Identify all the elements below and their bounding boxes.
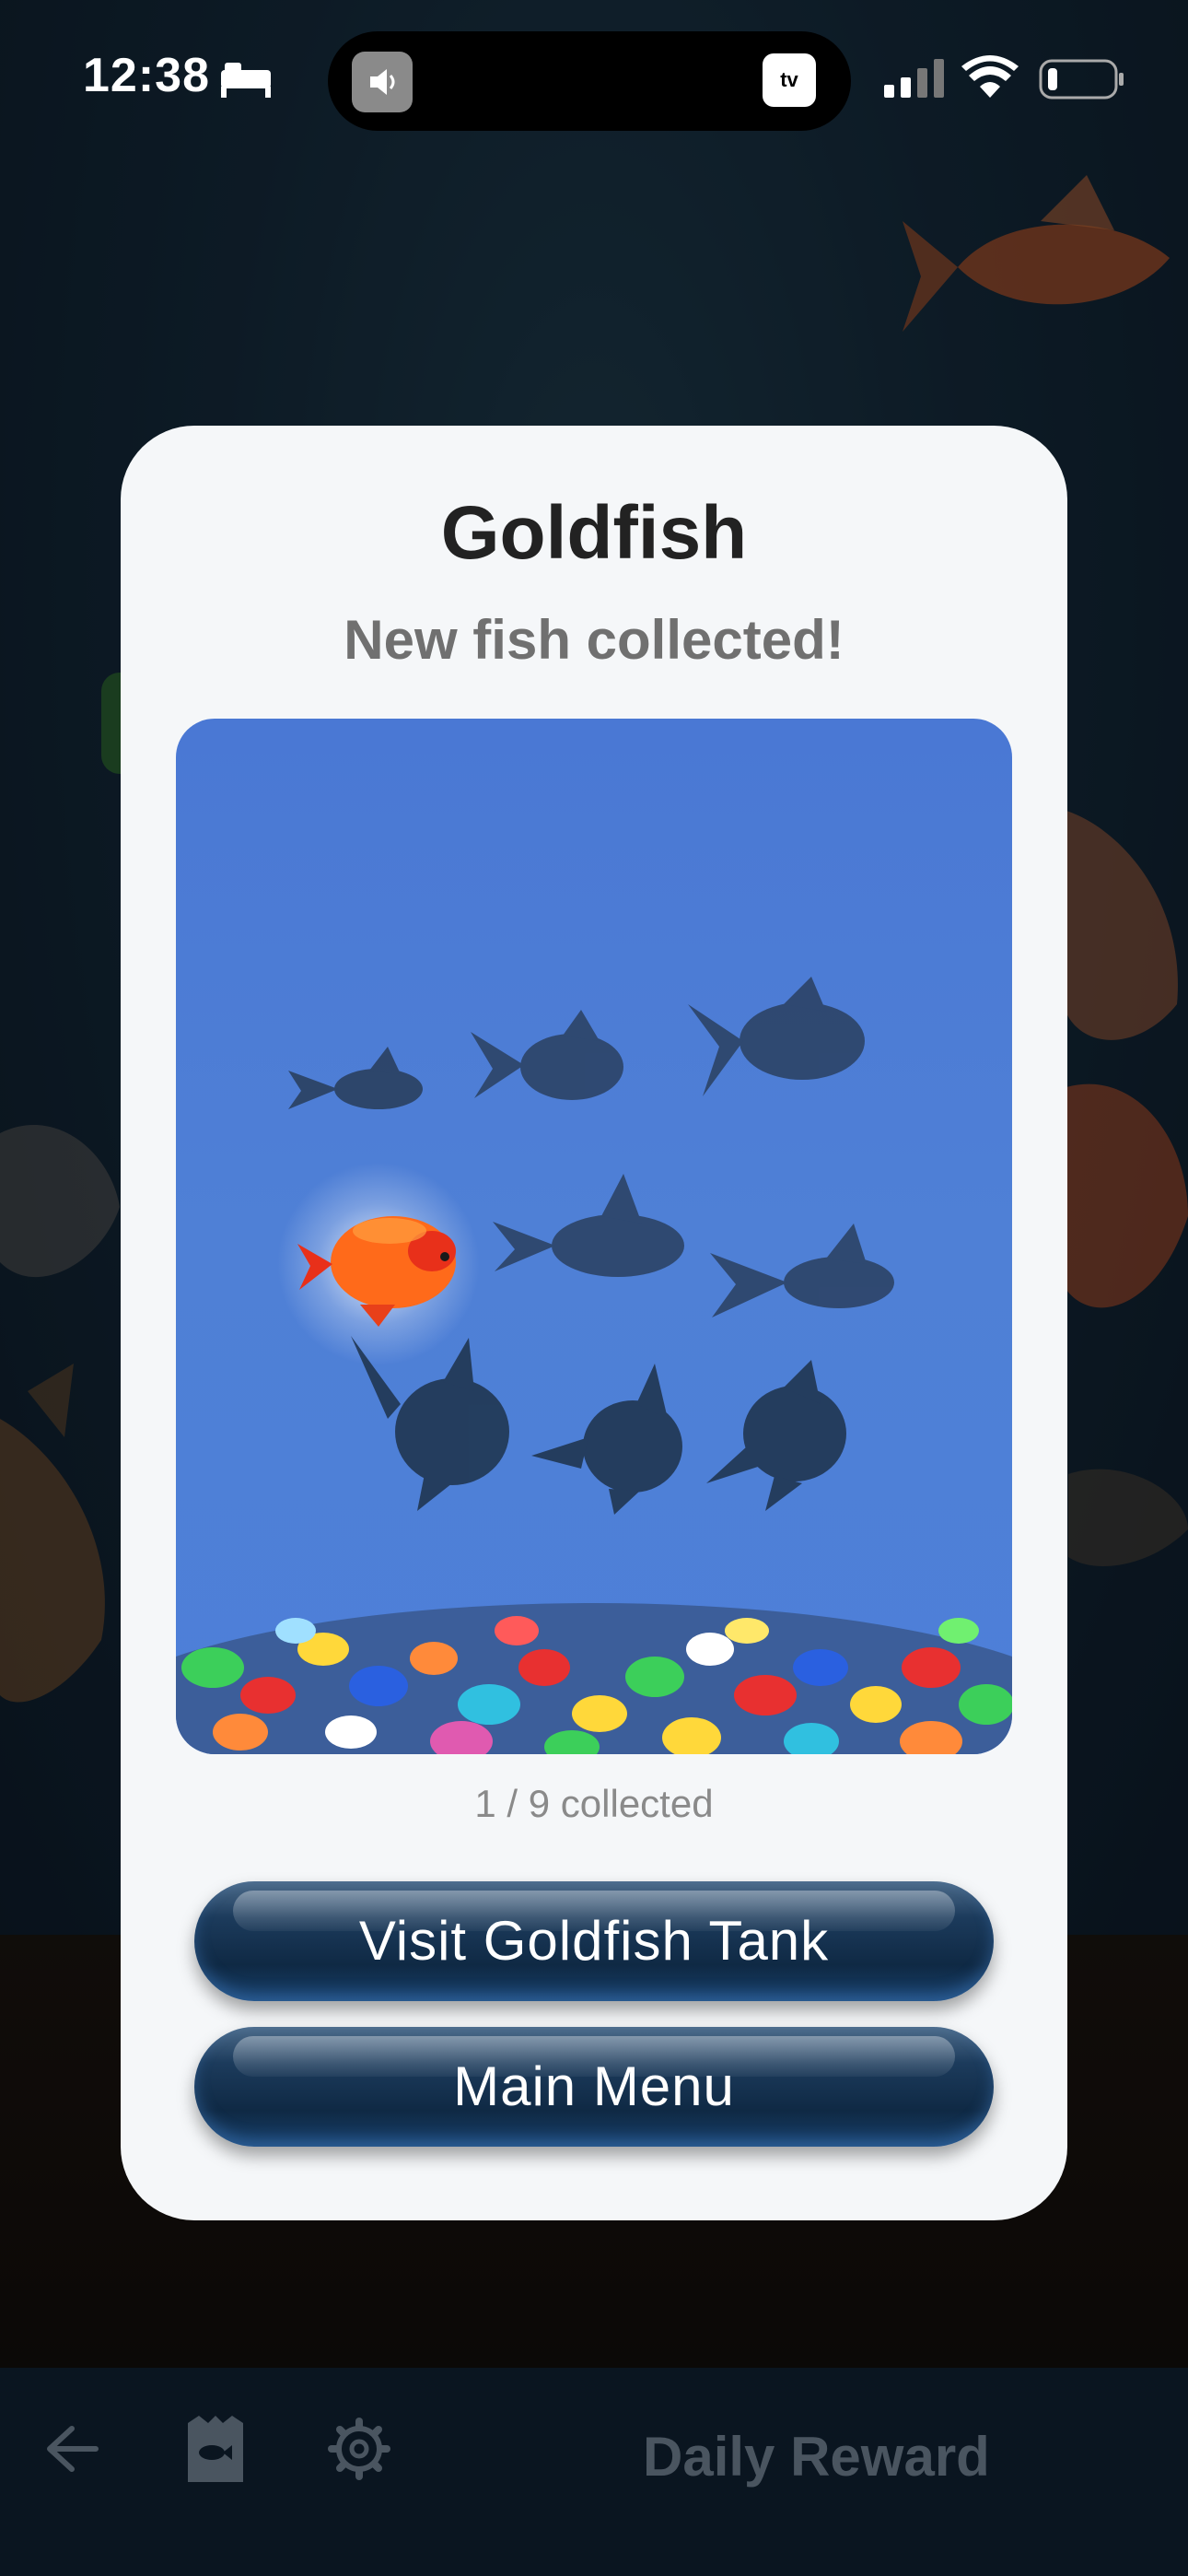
status-time: 12:38 [83, 49, 210, 102]
fish-tank-icon[interactable] [184, 2416, 247, 2482]
fish-silhouette-8 [531, 1364, 682, 1515]
modal-title: Goldfish [440, 491, 748, 575]
daily-reward-button[interactable]: Daily Reward [643, 2425, 990, 2488]
wifi-icon [961, 55, 1019, 98]
main-menu-button-label: Main Menu [453, 2055, 735, 2117]
fish-silhouette-5 [493, 1174, 684, 1277]
visit-button-label: Visit Goldfish Tank [358, 1910, 830, 1972]
bed-icon [221, 63, 271, 98]
fish-silhouette-3 [688, 977, 865, 1096]
apple-tv-icon: tv [763, 53, 816, 107]
collection-progress: 1 / 9 collected [474, 1782, 714, 1825]
fish-silhouette-6 [710, 1224, 894, 1317]
speaker-icon [352, 52, 413, 112]
fish-silhouette-1 [288, 1047, 423, 1109]
main-menu-button[interactable]: Main Menu [194, 2027, 994, 2147]
collection-tank-image [176, 719, 1012, 1754]
fish-silhouette-2 [471, 1010, 623, 1100]
dynamic-island: tv [328, 31, 851, 131]
back-arrow-icon[interactable] [44, 2423, 99, 2475]
gravel-bed [176, 1603, 1012, 1754]
settings-gear-icon[interactable] [328, 2418, 390, 2480]
fish-silhouette-9 [706, 1360, 846, 1511]
battery-icon [1039, 59, 1124, 100]
modal-subtitle: New fish collected! [344, 609, 844, 671]
cellular-signal-icon [884, 59, 944, 98]
status-bar: 12:38 tv [0, 0, 1188, 157]
fish-collected-modal: Goldfish New fish collected! 1 / 9 colle… [121, 426, 1067, 2220]
bottom-navigation-bar: Daily Reward [0, 2368, 1188, 2576]
visit-goldfish-tank-button[interactable]: Visit Goldfish Tank [194, 1881, 994, 2001]
